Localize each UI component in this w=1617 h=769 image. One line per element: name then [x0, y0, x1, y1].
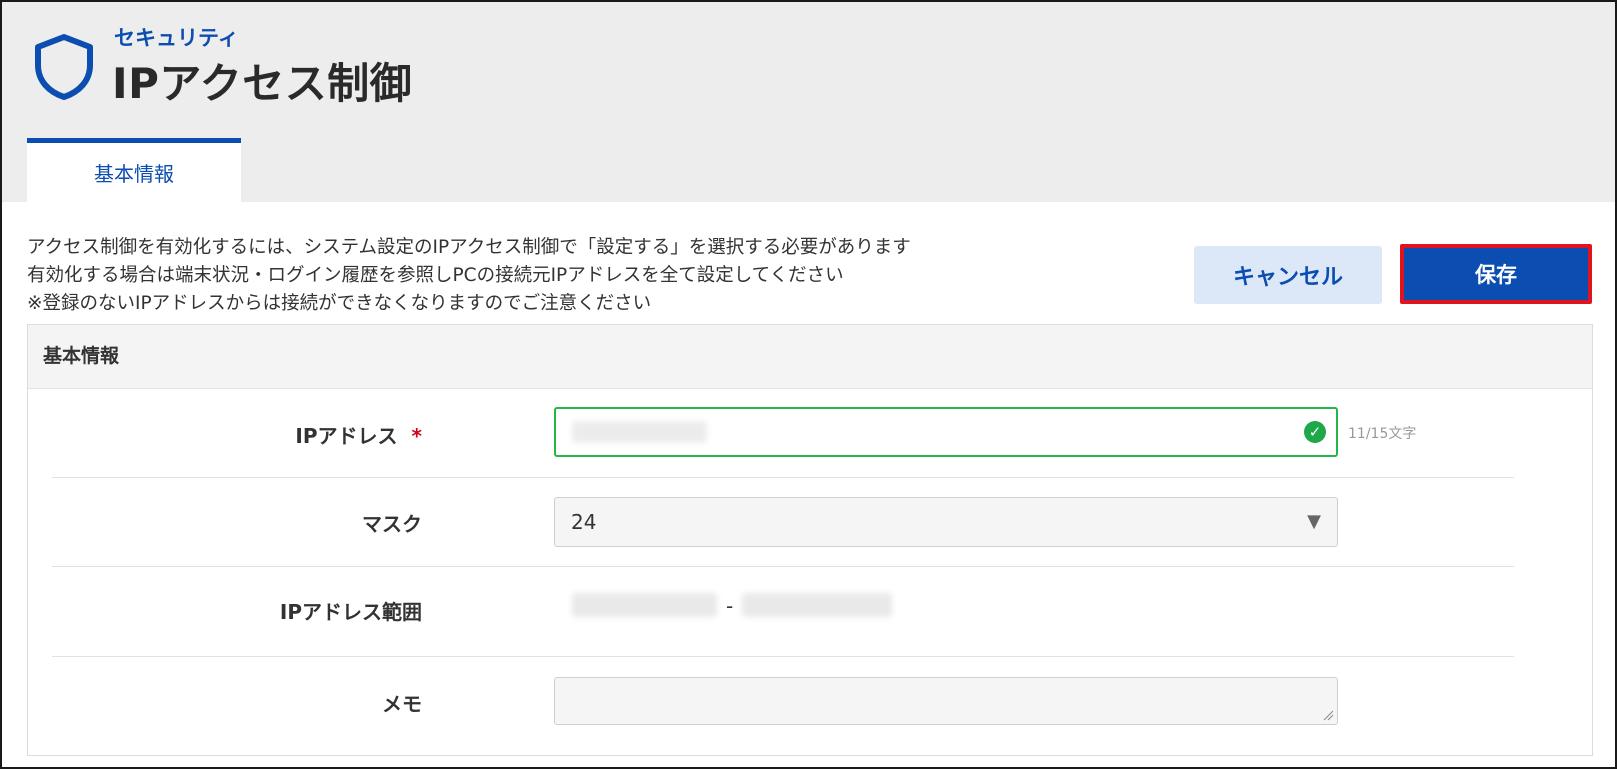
ip-address-label-text: IPアドレス: [295, 424, 398, 448]
ip-address-input[interactable]: ✓: [554, 407, 1338, 457]
check-circle-icon: ✓: [1304, 421, 1326, 443]
ip-range-label: IPアドレス範囲: [279, 600, 422, 624]
app-frame: セキュリティ IPアクセス制御 基本情報 アクセス制御を有効化するには、システム…: [0, 0, 1617, 769]
resize-grip-icon[interactable]: [1322, 709, 1334, 721]
ip-char-counter: 11/15文字: [1348, 426, 1417, 442]
save-button[interactable]: 保存: [1400, 244, 1592, 304]
page-header: セキュリティ IPアクセス制御 基本情報: [2, 2, 1615, 202]
mask-label: マスク: [362, 512, 422, 536]
section-title: 基本情報: [28, 325, 1592, 389]
row-divider: [52, 477, 1514, 478]
ip-range-separator: -: [726, 594, 734, 618]
shield-icon: [35, 34, 93, 100]
row-divider: [52, 566, 1514, 567]
cancel-button[interactable]: キャンセル: [1194, 246, 1382, 304]
tab-basic-info[interactable]: 基本情報: [27, 138, 241, 202]
required-mark: *: [411, 424, 422, 448]
mask-select[interactable]: 24 ▼: [554, 497, 1338, 547]
mask-selected-value: 24: [571, 510, 597, 534]
ip-range-start-redacted: [572, 593, 717, 617]
ip-address-label: IPアドレス *: [2, 420, 422, 449]
notice-text: アクセス制御を有効化するには、システム設定のIPアクセス制御で「設定する」を選択…: [27, 234, 911, 318]
ip-range-end-redacted: [742, 593, 892, 617]
memo-label: メモ: [382, 692, 422, 716]
page-category: セキュリティ: [114, 26, 239, 50]
row-divider: [52, 656, 1514, 657]
notice-line: ※登録のないIPアドレスからは接続ができなくなりますのでご注意ください: [27, 293, 652, 314]
memo-textarea[interactable]: [554, 677, 1338, 725]
caret-down-icon: ▼: [1307, 511, 1321, 532]
page-title: IPアクセス制御: [112, 59, 413, 108]
notice-line: 有効化する場合は端末状況・ログイン履歴を参照しPCの接続元IPアドレスを全て設定…: [27, 265, 844, 286]
notice-line: アクセス制御を有効化するには、システム設定のIPアクセス制御で「設定する」を選択…: [27, 237, 911, 258]
ip-address-value-redacted: [572, 421, 707, 443]
